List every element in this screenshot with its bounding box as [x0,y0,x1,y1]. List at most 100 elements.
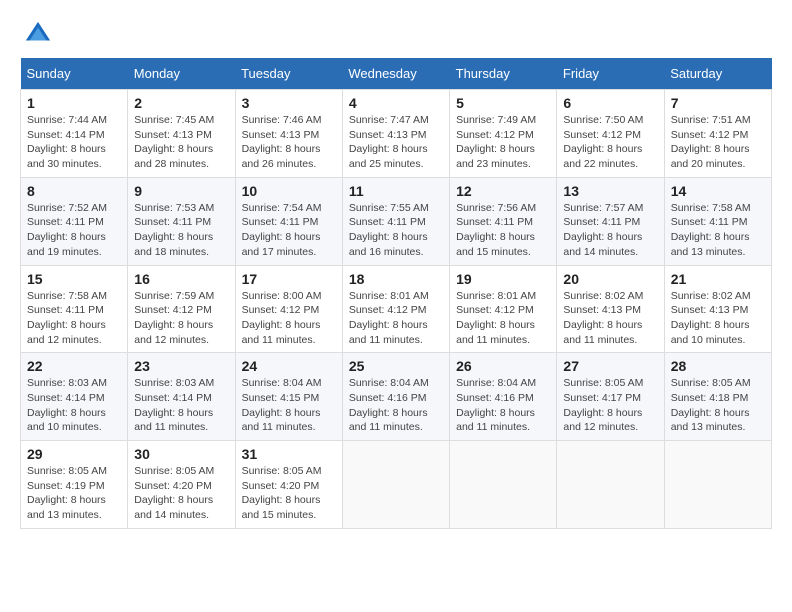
calendar-cell [664,441,771,529]
page-header [20,20,772,48]
calendar-cell: 3 Sunrise: 7:46 AM Sunset: 4:13 PM Dayli… [235,90,342,178]
day-header-sunday: Sunday [21,58,128,90]
calendar-cell [342,441,449,529]
day-number: 12 [456,183,550,199]
calendar-cell: 9 Sunrise: 7:53 AM Sunset: 4:11 PM Dayli… [128,177,235,265]
day-number: 30 [134,446,228,462]
day-info: Sunrise: 8:03 AM Sunset: 4:14 PM Dayligh… [134,376,228,435]
day-info: Sunrise: 7:55 AM Sunset: 4:11 PM Dayligh… [349,201,443,260]
day-info: Sunrise: 7:50 AM Sunset: 4:12 PM Dayligh… [563,113,657,172]
calendar-week-5: 29 Sunrise: 8:05 AM Sunset: 4:19 PM Dayl… [21,441,772,529]
calendar-cell: 19 Sunrise: 8:01 AM Sunset: 4:12 PM Dayl… [450,265,557,353]
calendar-cell: 29 Sunrise: 8:05 AM Sunset: 4:19 PM Dayl… [21,441,128,529]
day-info: Sunrise: 8:02 AM Sunset: 4:13 PM Dayligh… [671,289,765,348]
day-number: 26 [456,358,550,374]
day-info: Sunrise: 8:05 AM Sunset: 4:18 PM Dayligh… [671,376,765,435]
calendar-cell: 30 Sunrise: 8:05 AM Sunset: 4:20 PM Dayl… [128,441,235,529]
day-info: Sunrise: 7:56 AM Sunset: 4:11 PM Dayligh… [456,201,550,260]
day-info: Sunrise: 8:05 AM Sunset: 4:20 PM Dayligh… [134,464,228,523]
calendar-cell: 11 Sunrise: 7:55 AM Sunset: 4:11 PM Dayl… [342,177,449,265]
calendar-cell: 17 Sunrise: 8:00 AM Sunset: 4:12 PM Dayl… [235,265,342,353]
calendar-cell: 6 Sunrise: 7:50 AM Sunset: 4:12 PM Dayli… [557,90,664,178]
day-info: Sunrise: 7:54 AM Sunset: 4:11 PM Dayligh… [242,201,336,260]
day-info: Sunrise: 7:49 AM Sunset: 4:12 PM Dayligh… [456,113,550,172]
day-info: Sunrise: 8:01 AM Sunset: 4:12 PM Dayligh… [349,289,443,348]
calendar-cell: 2 Sunrise: 7:45 AM Sunset: 4:13 PM Dayli… [128,90,235,178]
day-header-tuesday: Tuesday [235,58,342,90]
calendar-cell: 4 Sunrise: 7:47 AM Sunset: 4:13 PM Dayli… [342,90,449,178]
day-number: 22 [27,358,121,374]
day-info: Sunrise: 7:58 AM Sunset: 4:11 PM Dayligh… [671,201,765,260]
day-number: 27 [563,358,657,374]
day-header-wednesday: Wednesday [342,58,449,90]
day-number: 5 [456,95,550,111]
day-number: 20 [563,271,657,287]
day-info: Sunrise: 7:44 AM Sunset: 4:14 PM Dayligh… [27,113,121,172]
day-number: 11 [349,183,443,199]
calendar-cell: 25 Sunrise: 8:04 AM Sunset: 4:16 PM Dayl… [342,353,449,441]
day-info: Sunrise: 7:59 AM Sunset: 4:12 PM Dayligh… [134,289,228,348]
logo-icon [24,20,52,48]
day-number: 7 [671,95,765,111]
calendar-cell: 10 Sunrise: 7:54 AM Sunset: 4:11 PM Dayl… [235,177,342,265]
calendar-cell: 31 Sunrise: 8:05 AM Sunset: 4:20 PM Dayl… [235,441,342,529]
day-info: Sunrise: 8:05 AM Sunset: 4:20 PM Dayligh… [242,464,336,523]
calendar-cell: 8 Sunrise: 7:52 AM Sunset: 4:11 PM Dayli… [21,177,128,265]
day-number: 16 [134,271,228,287]
day-number: 21 [671,271,765,287]
day-number: 29 [27,446,121,462]
calendar-cell: 1 Sunrise: 7:44 AM Sunset: 4:14 PM Dayli… [21,90,128,178]
day-number: 1 [27,95,121,111]
day-number: 31 [242,446,336,462]
day-info: Sunrise: 8:02 AM Sunset: 4:13 PM Dayligh… [563,289,657,348]
day-number: 15 [27,271,121,287]
calendar-week-4: 22 Sunrise: 8:03 AM Sunset: 4:14 PM Dayl… [21,353,772,441]
calendar-cell: 23 Sunrise: 8:03 AM Sunset: 4:14 PM Dayl… [128,353,235,441]
day-number: 8 [27,183,121,199]
day-number: 24 [242,358,336,374]
calendar-cell: 27 Sunrise: 8:05 AM Sunset: 4:17 PM Dayl… [557,353,664,441]
calendar-cell [557,441,664,529]
day-info: Sunrise: 7:52 AM Sunset: 4:11 PM Dayligh… [27,201,121,260]
day-info: Sunrise: 8:05 AM Sunset: 4:19 PM Dayligh… [27,464,121,523]
day-info: Sunrise: 7:53 AM Sunset: 4:11 PM Dayligh… [134,201,228,260]
day-info: Sunrise: 7:57 AM Sunset: 4:11 PM Dayligh… [563,201,657,260]
day-info: Sunrise: 8:05 AM Sunset: 4:17 PM Dayligh… [563,376,657,435]
calendar-cell: 13 Sunrise: 7:57 AM Sunset: 4:11 PM Dayl… [557,177,664,265]
day-number: 6 [563,95,657,111]
calendar-week-2: 8 Sunrise: 7:52 AM Sunset: 4:11 PM Dayli… [21,177,772,265]
calendar-week-1: 1 Sunrise: 7:44 AM Sunset: 4:14 PM Dayli… [21,90,772,178]
day-info: Sunrise: 8:00 AM Sunset: 4:12 PM Dayligh… [242,289,336,348]
calendar-cell: 5 Sunrise: 7:49 AM Sunset: 4:12 PM Dayli… [450,90,557,178]
day-number: 9 [134,183,228,199]
day-header-saturday: Saturday [664,58,771,90]
calendar-cell: 18 Sunrise: 8:01 AM Sunset: 4:12 PM Dayl… [342,265,449,353]
day-info: Sunrise: 7:45 AM Sunset: 4:13 PM Dayligh… [134,113,228,172]
day-info: Sunrise: 8:01 AM Sunset: 4:12 PM Dayligh… [456,289,550,348]
day-info: Sunrise: 7:51 AM Sunset: 4:12 PM Dayligh… [671,113,765,172]
calendar-cell: 21 Sunrise: 8:02 AM Sunset: 4:13 PM Dayl… [664,265,771,353]
calendar-cell: 26 Sunrise: 8:04 AM Sunset: 4:16 PM Dayl… [450,353,557,441]
day-number: 17 [242,271,336,287]
day-info: Sunrise: 8:04 AM Sunset: 4:15 PM Dayligh… [242,376,336,435]
day-info: Sunrise: 8:03 AM Sunset: 4:14 PM Dayligh… [27,376,121,435]
calendar-cell: 7 Sunrise: 7:51 AM Sunset: 4:12 PM Dayli… [664,90,771,178]
day-number: 14 [671,183,765,199]
calendar-cell: 16 Sunrise: 7:59 AM Sunset: 4:12 PM Dayl… [128,265,235,353]
calendar-cell: 14 Sunrise: 7:58 AM Sunset: 4:11 PM Dayl… [664,177,771,265]
day-number: 13 [563,183,657,199]
day-info: Sunrise: 7:46 AM Sunset: 4:13 PM Dayligh… [242,113,336,172]
day-info: Sunrise: 7:58 AM Sunset: 4:11 PM Dayligh… [27,289,121,348]
day-info: Sunrise: 8:04 AM Sunset: 4:16 PM Dayligh… [349,376,443,435]
calendar-cell: 15 Sunrise: 7:58 AM Sunset: 4:11 PM Dayl… [21,265,128,353]
logo [20,20,52,48]
day-number: 18 [349,271,443,287]
day-header-monday: Monday [128,58,235,90]
calendar-cell: 24 Sunrise: 8:04 AM Sunset: 4:15 PM Dayl… [235,353,342,441]
day-header-thursday: Thursday [450,58,557,90]
day-info: Sunrise: 7:47 AM Sunset: 4:13 PM Dayligh… [349,113,443,172]
calendar-cell: 22 Sunrise: 8:03 AM Sunset: 4:14 PM Dayl… [21,353,128,441]
day-number: 3 [242,95,336,111]
days-header-row: SundayMondayTuesdayWednesdayThursdayFrid… [21,58,772,90]
calendar-cell: 20 Sunrise: 8:02 AM Sunset: 4:13 PM Dayl… [557,265,664,353]
